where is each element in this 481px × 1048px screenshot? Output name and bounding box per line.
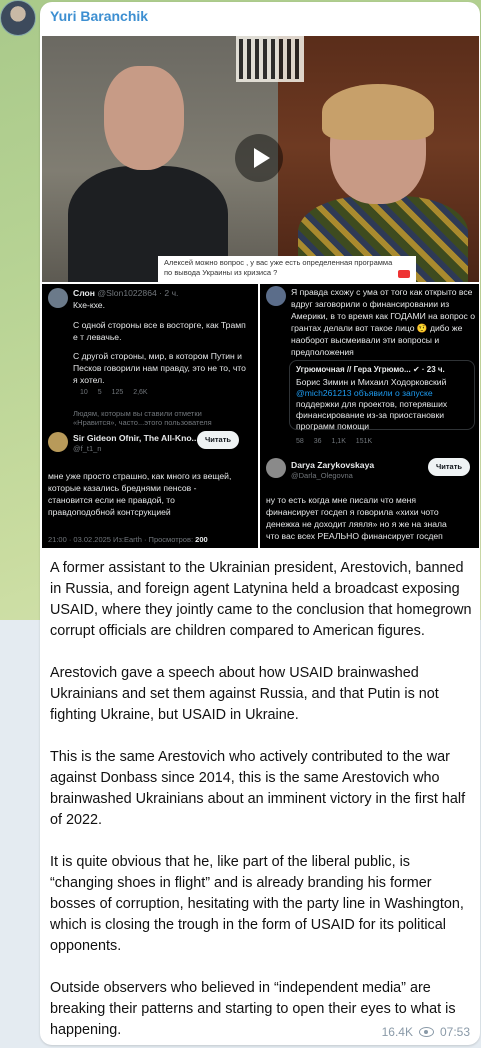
eye-icon [418,1027,434,1037]
tweet-author: Слон @Slon1022864 · 2 ч. [73,287,178,299]
video-thumbnail[interactable]: Алексей можно вопрос , у вас уже есть оп… [42,36,479,282]
reply-avatar [266,458,286,478]
qr-code-icon [236,36,304,82]
message-time: 07:53 [439,1025,470,1039]
tweet-text-line: я хотел. [73,375,105,385]
reply-text-line: становится если не правдой, то [48,495,175,505]
read-button[interactable]: Читать [428,458,471,476]
tweet-text-line: Америки, в то время как ГОДАМИ на вопрос… [291,311,476,321]
reply-author-name: Darya Zarykovskaya [291,460,375,470]
quoted-tweet-author: Угрюмочная // Гера Угрюмо... ✔ · 23 ч. [296,365,445,374]
liked-note-line: Людям, которым вы ставили отметки [73,409,202,418]
tweet-text-line: Песков говорили нам правду, это не то, ч… [73,363,246,373]
tweet-text-line: наоборот высмеивали эти вопросы и [291,335,440,345]
reply-text-line: мне уже просто страшно, как много из вещ… [48,471,232,481]
speaker-left-head [104,66,184,170]
message-paragraph: A former assistant to the Ukrainian pres… [50,560,472,639]
read-button[interactable]: Читать [197,431,240,449]
tweet-author-name: Слон [73,288,95,298]
reply-text-line: финансирует госдеп я говорила «хихи чото [266,507,439,517]
message-paragraph: It is quite obvious that he, like part o… [50,854,464,954]
message-text: A former assistant to the Ukrainian pres… [50,558,474,1045]
quoted-tweet[interactable]: Угрюмочная // Гера Угрюмо... ✔ · 23 ч. Б… [289,360,475,431]
reply-author-handle: @Darla_Olegovna [291,471,353,480]
tweet-text-line: предположения [291,347,354,357]
message-bubble: Yuri Baranchik Алексей можно вопрос , у … [40,2,480,1045]
view-count: 16.4K [381,1025,413,1039]
video-caption: Алексей можно вопрос , у вас уже есть оп… [158,256,416,282]
tweet-author-handle: @Slon1022864 · 2 ч. [97,288,179,298]
tweet-avatar [48,288,68,308]
reply-text-line: денежка не доходит ляяля» но я же на зна… [266,519,447,529]
speaker-right-hair [322,84,434,140]
tweet-text-line: вдруг заговорили о финансировании из [291,299,450,309]
author-name[interactable]: Yuri Baranchik [50,8,148,24]
tweet-screenshot-left[interactable]: Слон @Slon1022864 · 2 ч. Кхе-кхе. С одно… [42,284,258,548]
youtube-icon [398,270,410,278]
message-paragraph: Arestovich gave a speech about how USAID… [50,665,439,723]
tweet-footer-time: 21:00 · 03.02.2025 Из:Earth · Просмотров… [48,535,194,544]
video-caption-line-1: Алексей можно вопрос , у вас уже есть оп… [164,258,393,267]
video-caption-line-2: по вывода Украины из кризиса ? [164,268,278,277]
tweet-stats: 58 36 1,1K 151K [296,438,373,445]
tweet-avatar [266,286,286,306]
quoted-tweet-line: программ помощи [296,421,370,431]
tweet-text-line: е т левачье. [73,332,122,342]
message-meta: 16.4K 07:53 [382,1025,470,1039]
tweet-text-line: грантах делали вот такое лицо 🤨 дибо же [291,323,463,333]
tweet-footer-views: 200 [195,535,208,544]
tweet-screenshot-right[interactable]: Я правда схожу с ума от того как открыто… [260,284,479,548]
tweet-footer: 21:00 · 03.02.2025 Из:Earth · Просмотров… [48,534,208,546]
reply-author-handle: @f_t1_n [73,444,102,453]
tweet-text-line: С одной стороны все в восторге, как Трам… [73,320,246,330]
liked-note-line: «Нравится», часто...этого пользователя [73,418,212,427]
reply-text-line: ну то есть когда мне писали что меня [266,495,417,505]
video-right-panel [278,36,479,282]
play-icon[interactable] [235,134,283,182]
reply-author-name: Sir Gideon Ofnir, The All-Kno... [73,433,199,443]
reply-text-line: правдоподобной контсрукцией [48,507,171,517]
message-paragraph: This is the same Arestovich who actively… [50,749,466,828]
tweet-text-line: Я правда схожу с ума от того как открыто… [291,287,473,297]
reply-text-line: что вас всех РЕАЛЬНО финансирует госдеп [266,531,443,541]
tweet-text-line: Кхе-кхе. [73,300,105,310]
tweet-stats: 10 5 125 2,6K [80,389,148,396]
channel-avatar[interactable] [0,0,36,36]
reply-avatar [48,432,68,452]
tweet-text-line: С другой стороны, мир, в котором Путин и [73,351,242,361]
reply-text-line: которые казались бреднями пенсов - [48,483,197,493]
